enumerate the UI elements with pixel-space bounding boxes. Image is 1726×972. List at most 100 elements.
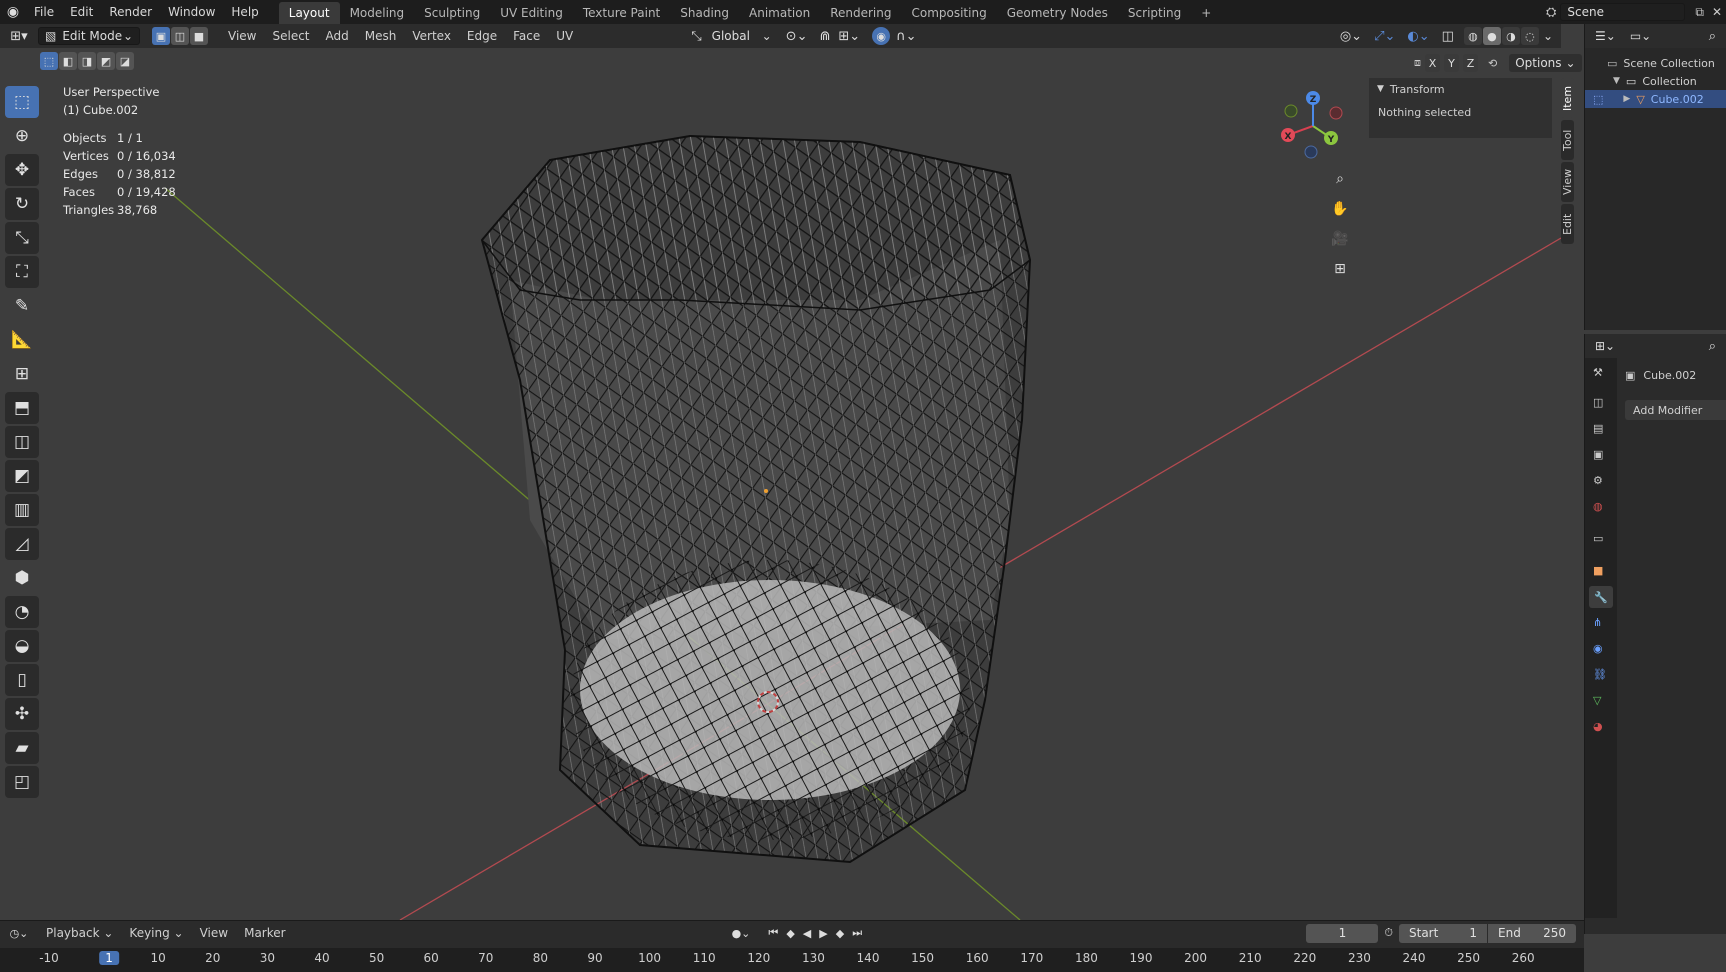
transform-header[interactable]: ▼ Transform bbox=[1369, 78, 1552, 100]
particles-icon[interactable]: ⋔ bbox=[1593, 616, 1602, 629]
extrude-tool-icon[interactable]: ⬒ bbox=[5, 392, 39, 424]
menu-render[interactable]: Render bbox=[101, 0, 160, 24]
tab-edit[interactable]: Edit bbox=[1561, 204, 1574, 244]
mirror-y-toggle[interactable]: Y bbox=[1444, 54, 1459, 72]
add-workspace-button[interactable]: + bbox=[1191, 2, 1221, 24]
camera-view-icon[interactable]: 🎥 bbox=[1327, 226, 1353, 252]
menu-file[interactable]: File bbox=[26, 0, 62, 24]
smooth-tool-icon[interactable]: ◒ bbox=[5, 630, 39, 662]
loop-cut-tool-icon[interactable]: ▥ bbox=[5, 494, 39, 526]
bevel-tool-icon[interactable]: ◩ bbox=[5, 460, 39, 492]
menu-add[interactable]: Add bbox=[318, 29, 357, 43]
physics-icon[interactable]: ◉ bbox=[1593, 642, 1603, 655]
edge-select-icon[interactable]: ◫ bbox=[171, 27, 189, 45]
tab-sculpting[interactable]: Sculpting bbox=[414, 2, 490, 24]
select-new-icon[interactable]: ⬚ bbox=[40, 52, 58, 70]
record-icon[interactable]: ●⌄ bbox=[732, 927, 751, 940]
expand-arrow-icon[interactable]: ▶ bbox=[1623, 94, 1630, 104]
material-shading-icon[interactable]: ◑ bbox=[1501, 27, 1520, 45]
current-frame-field[interactable]: 1 bbox=[1306, 923, 1379, 943]
tab-uv-editing[interactable]: UV Editing bbox=[490, 2, 573, 24]
blender-logo-icon[interactable]: ◉ bbox=[0, 4, 26, 20]
search-icon[interactable]: ⌕ bbox=[1709, 29, 1716, 44]
snap-target-icon[interactable]: ⊞⌄ bbox=[838, 29, 860, 44]
tab-rendering[interactable]: Rendering bbox=[820, 2, 901, 24]
tab-shading[interactable]: Shading bbox=[670, 2, 739, 24]
mirror-x-toggle[interactable]: X bbox=[1425, 54, 1440, 72]
falloff-icon[interactable]: ∩⌄ bbox=[896, 29, 916, 44]
shear-tool-icon[interactable]: ▰ bbox=[5, 732, 39, 764]
scene-selector-icon[interactable]: ⛭ bbox=[1542, 5, 1560, 20]
editor-type-icon[interactable]: ⊞▾ bbox=[0, 29, 38, 44]
tab-layout[interactable]: Layout bbox=[278, 2, 340, 24]
menu-face[interactable]: Face bbox=[505, 29, 548, 43]
tab-geometry-nodes[interactable]: Geometry Nodes bbox=[997, 2, 1118, 24]
wireframe-shading-icon[interactable]: ◍ bbox=[1463, 27, 1482, 45]
edge-slide-tool-icon[interactable]: ▯ bbox=[5, 664, 39, 696]
end-frame-field[interactable]: End 250 bbox=[1488, 923, 1576, 943]
transform-tool-icon[interactable]: ⛶ bbox=[5, 256, 39, 288]
menu-help[interactable]: Help bbox=[223, 0, 266, 24]
zoom-icon[interactable]: ⌕ bbox=[1327, 166, 1353, 192]
scale-tool-icon[interactable]: ⤡ bbox=[5, 222, 39, 254]
tab-animation[interactable]: Animation bbox=[739, 2, 820, 24]
face-select-icon[interactable]: ■ bbox=[190, 27, 208, 45]
tab-view[interactable]: View bbox=[1561, 162, 1574, 202]
constraints-icon[interactable]: ⛓ bbox=[1593, 668, 1607, 681]
frame-ruler[interactable]: -10 1 10 20 30 40 50 60 70 80 90 100 110 120 130 140 150… bbox=[0, 948, 1584, 972]
outliner-row-cube[interactable]: ⬚ ▶ ▽ Cube.002 bbox=[1585, 90, 1726, 108]
add-cube-tool-icon[interactable]: ⊞ bbox=[5, 358, 39, 390]
play-reverse-icon[interactable]: ◀ bbox=[803, 927, 811, 940]
rendered-shading-icon[interactable]: ◌ bbox=[1520, 27, 1539, 45]
edit-mode-object-icon[interactable]: ⬚ bbox=[1593, 93, 1603, 106]
delete-scene-icon[interactable]: ✕ bbox=[1708, 5, 1726, 19]
modifier-properties-icon[interactable]: 🔧 bbox=[1589, 586, 1613, 608]
cursor-tool-icon[interactable]: ⊕ bbox=[5, 120, 39, 152]
rip-tool-icon[interactable]: ◰ bbox=[5, 766, 39, 798]
transform-orientation-dropdown[interactable]: Global ⌄ bbox=[706, 27, 778, 45]
tab-compositing[interactable]: Compositing bbox=[901, 2, 996, 24]
tab-modeling[interactable]: Modeling bbox=[340, 2, 415, 24]
output-properties-icon[interactable]: ▤ bbox=[1593, 422, 1603, 435]
options-dropdown[interactable]: Options ⌄ bbox=[1509, 54, 1582, 72]
timeline-editor-icon[interactable]: ◷⌄ bbox=[0, 927, 38, 940]
tab-item[interactable]: Item bbox=[1561, 78, 1574, 118]
start-frame-field[interactable]: Start 1 bbox=[1399, 923, 1487, 943]
select-subtract-icon[interactable]: ◨ bbox=[78, 52, 96, 70]
next-keyframe-icon[interactable]: ◆ bbox=[836, 927, 844, 940]
solid-shading-icon[interactable]: ● bbox=[1482, 27, 1501, 45]
spin-tool-icon[interactable]: ◔ bbox=[5, 596, 39, 628]
outliner-row-collection[interactable]: ▼ ▭ Collection bbox=[1585, 72, 1726, 90]
overlay-toggle-icon[interactable]: ◐⌄ bbox=[1407, 29, 1429, 44]
xray-toggle-icon[interactable]: ◫ bbox=[1442, 29, 1454, 44]
auto-merge-icon[interactable]: ⟲ bbox=[1488, 57, 1497, 70]
tool-properties-icon[interactable]: ⚒ bbox=[1593, 366, 1603, 379]
collection-properties-icon[interactable]: ▭ bbox=[1593, 532, 1603, 545]
select-extend-icon[interactable]: ◧ bbox=[59, 52, 77, 70]
prev-keyframe-icon[interactable]: ◆ bbox=[786, 927, 794, 940]
menu-marker[interactable]: Marker bbox=[236, 926, 293, 940]
gizmo-toggle-icon[interactable]: ⤢⌄ bbox=[1374, 29, 1395, 44]
menu-uv[interactable]: UV bbox=[548, 29, 581, 43]
current-frame-marker[interactable]: 1 bbox=[99, 951, 119, 965]
material-properties-icon[interactable]: ◕ bbox=[1593, 720, 1603, 733]
scene-properties-icon[interactable]: ⚙ bbox=[1593, 474, 1603, 487]
collapse-arrow-icon[interactable]: ▼ bbox=[1377, 84, 1384, 94]
scene-selector[interactable]: Scene bbox=[1560, 3, 1686, 21]
select-intersect-icon[interactable]: ◪ bbox=[116, 52, 134, 70]
data-properties-icon[interactable]: ▽ bbox=[1593, 694, 1601, 707]
select-invert-icon[interactable]: ◩ bbox=[97, 52, 115, 70]
vertex-select-icon[interactable]: ▣ bbox=[152, 27, 170, 45]
rotate-tool-icon[interactable]: ↻ bbox=[5, 188, 39, 220]
jump-start-icon[interactable]: ⏮ bbox=[768, 926, 778, 940]
outliner-row-scene-collection[interactable]: ▭ Scene Collection bbox=[1585, 54, 1726, 72]
menu-keying[interactable]: Keying ⌄ bbox=[121, 926, 191, 940]
menu-mesh[interactable]: Mesh bbox=[357, 29, 405, 43]
snap-icon[interactable]: ⋒ bbox=[819, 29, 830, 44]
menu-window[interactable]: Window bbox=[160, 0, 223, 24]
mirror-z-toggle[interactable]: Z bbox=[1463, 54, 1478, 72]
display-mode-icon[interactable]: ▭⌄ bbox=[1630, 29, 1651, 43]
knife-tool-icon[interactable]: ◿ bbox=[5, 528, 39, 560]
outliner-editor-icon[interactable]: ☰⌄ bbox=[1595, 29, 1616, 43]
stopwatch-icon[interactable]: ⏱ bbox=[1384, 926, 1393, 940]
